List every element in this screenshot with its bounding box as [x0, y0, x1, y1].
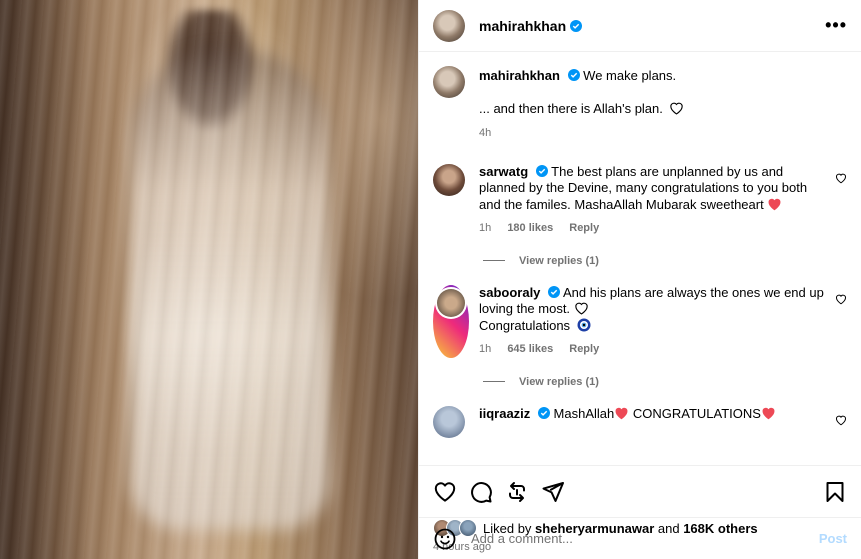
author-username[interactable]: mahirahkhan [479, 18, 566, 34]
red-heart-emoji-icon [768, 198, 781, 210]
comment-text-2: Congratulations [479, 317, 571, 333]
comment-sabooraly: sabooraly And his plans are always the o… [433, 284, 847, 358]
post-comment-button[interactable]: Post [819, 531, 847, 546]
post-action-bar [419, 465, 861, 517]
verified-badge-icon [570, 19, 583, 32]
comment-text: MashAllah [553, 405, 615, 421]
comment-time[interactable]: 1h [479, 222, 491, 234]
post-photo[interactable] [0, 0, 418, 559]
comment-likes-count[interactable]: 180 likes [507, 222, 553, 234]
verified-badge-icon [548, 285, 561, 298]
post-side-panel: mahirahkhan ••• mahirahkhan We make plan… [418, 0, 861, 559]
reply-button[interactable]: Reply [569, 222, 599, 234]
emoji-picker-icon[interactable] [433, 527, 457, 551]
commenter-avatar [437, 288, 465, 317]
comment-likes-count[interactable]: 645 likes [507, 343, 553, 355]
verified-badge-icon [535, 164, 548, 177]
white-heart-emoji-icon [574, 302, 588, 315]
commenter-username[interactable]: sabooraly [479, 285, 540, 300]
view-replies-label: View replies (1) [519, 254, 599, 267]
white-heart-emoji-icon [669, 102, 683, 115]
like-heart-icon[interactable] [433, 480, 457, 504]
post-header: mahirahkhan ••• [419, 0, 861, 52]
add-comment-bar: Post [419, 517, 861, 559]
view-replies-button[interactable]: View replies (1) [483, 255, 847, 267]
caption-time[interactable]: 4h [479, 127, 491, 139]
comment-like-heart-icon[interactable] [835, 172, 847, 184]
more-options-button[interactable]: ••• [825, 15, 847, 36]
caption: mahirahkhan We make plans. ... and then … [433, 66, 847, 142]
red-heart-emoji-icon [615, 407, 628, 419]
nazar-amulet-emoji-icon [577, 318, 591, 331]
commenter-avatar[interactable] [433, 405, 465, 438]
view-replies-button[interactable]: View replies (1) [483, 376, 847, 388]
caption-username[interactable]: mahirahkhan [479, 68, 560, 83]
comment-sarwatg: sarwatg The best plans are unplanned by … [433, 163, 847, 237]
comment-time[interactable]: 1h [479, 343, 491, 355]
comments-section[interactable]: mahirahkhan We make plans. ... and then … [419, 52, 861, 465]
story-ring[interactable] [433, 284, 469, 358]
photo-curtain-veil [0, 0, 418, 559]
caption-text-line1: We make plans. [583, 68, 677, 83]
author-avatar[interactable] [433, 9, 465, 42]
caption-avatar[interactable] [433, 66, 465, 98]
comment-iiqraaziz: iiqraaziz MashAllah CONGRATULATIONS [433, 405, 847, 438]
commenter-username[interactable]: iiqraaziz [479, 406, 530, 421]
comment-like-heart-icon[interactable] [835, 293, 847, 305]
comment-bubble-icon[interactable] [469, 480, 493, 504]
verified-badge-icon [537, 406, 550, 419]
instagram-post: mahirahkhan ••• mahirahkhan We make plan… [0, 0, 861, 559]
red-heart-emoji-icon [762, 407, 775, 419]
comment-text-2: CONGRATULATIONS [629, 405, 761, 421]
share-paper-plane-icon[interactable] [541, 480, 565, 504]
commenter-username[interactable]: sarwatg [479, 164, 528, 179]
commenter-avatar[interactable] [433, 163, 465, 196]
view-replies-label: View replies (1) [519, 375, 599, 388]
comment-like-heart-icon[interactable] [835, 414, 847, 426]
repost-icon[interactable] [505, 480, 529, 504]
save-bookmark-icon[interactable] [823, 480, 847, 504]
caption-text-line2: ... and then there is Allah's plan. [479, 100, 663, 116]
comment-input[interactable] [471, 531, 819, 546]
verified-badge-icon [567, 69, 580, 81]
reply-button[interactable]: Reply [569, 343, 599, 355]
comment-text: The best plans are unplanned by us and p… [479, 163, 808, 212]
